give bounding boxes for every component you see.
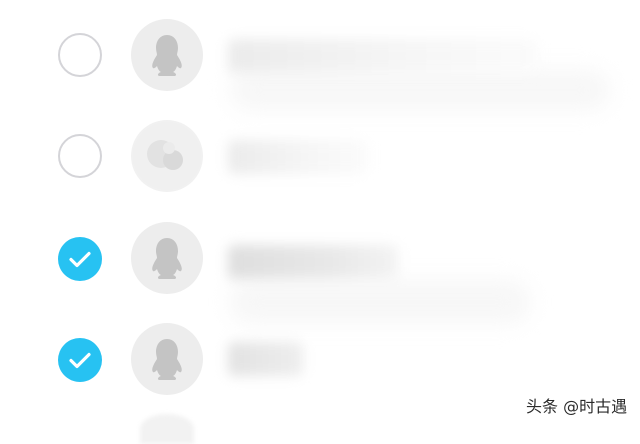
contact-row[interactable] <box>0 106 640 206</box>
penguin-avatar-icon <box>131 222 203 294</box>
contact-name-redacted <box>228 39 538 73</box>
contact-row[interactable] <box>0 207 640 307</box>
checked-radio-icon[interactable] <box>58 338 102 382</box>
watermark: 头条 @时古遇 <box>526 397 628 416</box>
contact-name-redacted <box>228 140 368 174</box>
custom-avatar-icon <box>131 120 203 192</box>
contact-row[interactable] <box>0 308 640 408</box>
unchecked-radio-icon[interactable] <box>58 134 102 178</box>
contact-name-redacted <box>228 342 303 376</box>
contact-row[interactable] <box>0 5 640 105</box>
penguin-avatar-icon <box>131 323 203 395</box>
next-avatar-partial <box>140 414 194 444</box>
contact-list <box>0 0 640 444</box>
contact-name-redacted <box>228 245 398 279</box>
unchecked-radio-icon[interactable] <box>58 33 102 77</box>
checked-radio-icon[interactable] <box>58 237 102 281</box>
penguin-avatar-icon <box>131 19 203 91</box>
